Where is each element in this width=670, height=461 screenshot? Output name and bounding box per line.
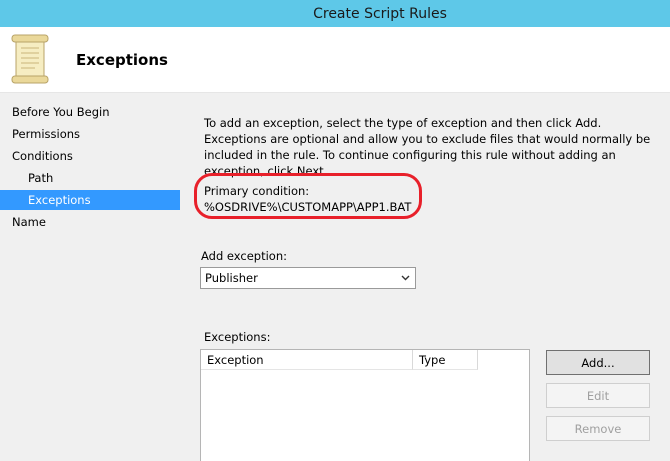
sidebar-item-conditions[interactable]: Conditions <box>0 146 180 166</box>
intro-text: To add an exception, select the type of … <box>204 116 651 178</box>
main-content: To add an exception, select the type of … <box>180 93 670 461</box>
column-header-exception[interactable]: Exception <box>201 350 413 370</box>
page-title: Exceptions <box>76 51 168 69</box>
chevron-down-icon <box>401 275 410 281</box>
add-exception-selected: Publisher <box>205 271 258 285</box>
remove-button[interactable]: Remove <box>546 416 650 441</box>
window-title: Create Script Rules <box>313 5 447 22</box>
page-header: Exceptions <box>0 27 670 93</box>
add-exception-label: Add exception: <box>201 249 287 263</box>
sidebar-item-path[interactable]: Path <box>0 168 180 188</box>
sidebar-item-name[interactable]: Name <box>0 212 180 232</box>
exceptions-label: Exceptions: <box>204 330 271 344</box>
primary-condition-label: Primary condition: <box>204 184 310 198</box>
sidebar-item-permissions[interactable]: Permissions <box>0 124 180 144</box>
table-header-row: Exception Type <box>201 350 529 370</box>
column-header-type[interactable]: Type <box>413 350 478 370</box>
sidebar-item-before-you-begin[interactable]: Before You Begin <box>0 102 180 122</box>
sidebar-item-exceptions[interactable]: Exceptions <box>0 190 180 210</box>
primary-condition-value: %OSDRIVE%\CUSTOMAPP\APP1.BAT <box>204 200 412 214</box>
exceptions-table[interactable]: Exception Type <box>200 349 530 461</box>
window-titlebar: Create Script Rules <box>0 0 670 27</box>
edit-button[interactable]: Edit <box>546 383 650 408</box>
add-button[interactable]: Add... <box>546 350 650 375</box>
add-exception-dropdown[interactable]: Publisher <box>200 267 416 289</box>
wizard-sidebar: Before You Begin Permissions Conditions … <box>0 93 180 461</box>
scroll-icon <box>11 34 49 84</box>
